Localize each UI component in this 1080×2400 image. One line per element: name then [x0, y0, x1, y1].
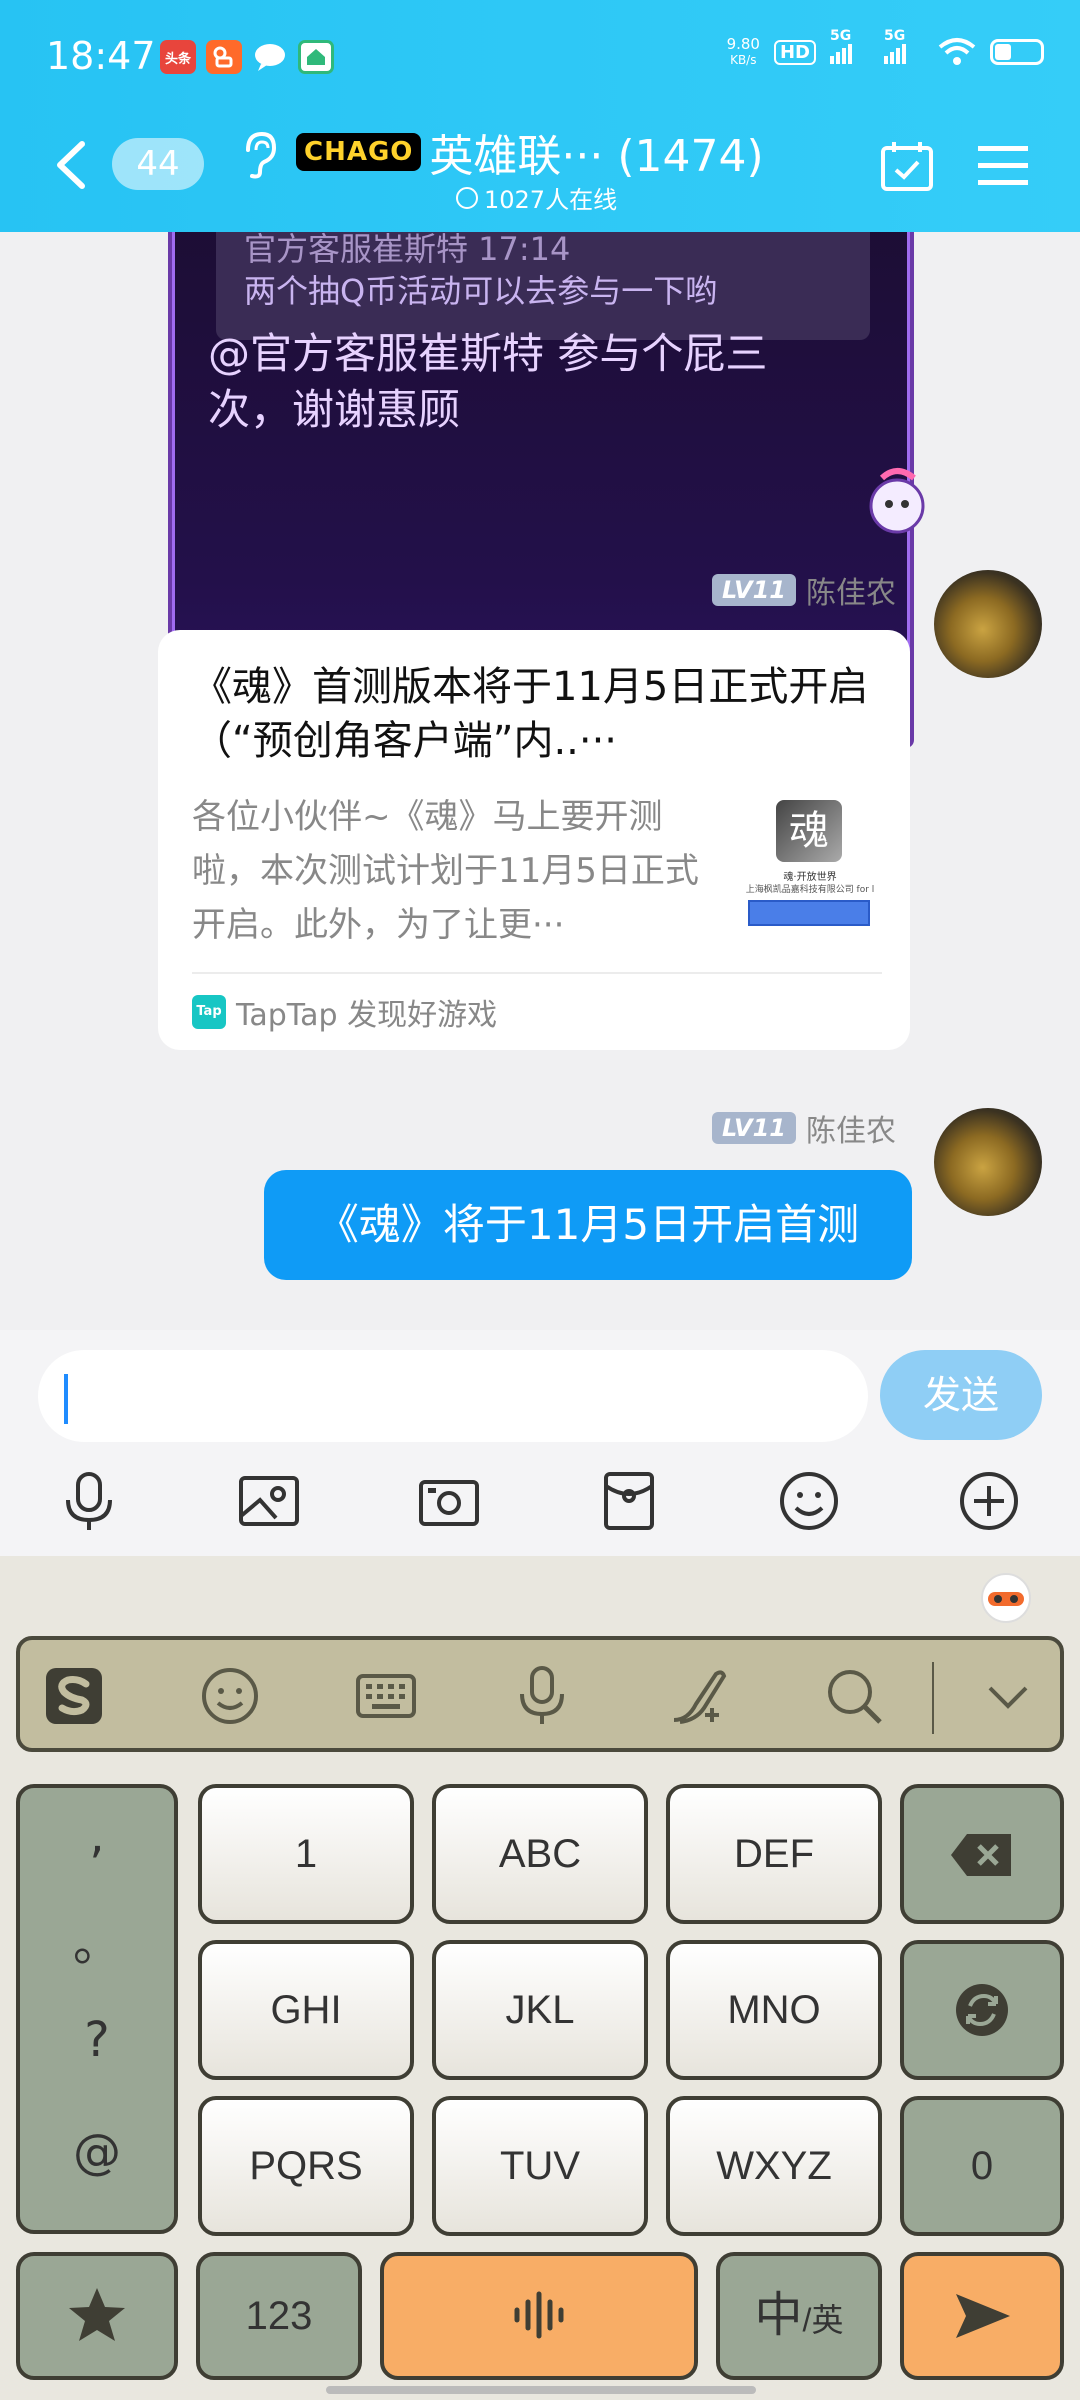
- keyboard-icon[interactable]: [354, 1664, 418, 1728]
- emoji-icon[interactable]: [198, 1664, 262, 1728]
- composer: 发送: [0, 1330, 1080, 1556]
- avatar[interactable]: [934, 570, 1042, 678]
- taptap-icon: Tap: [192, 995, 226, 1029]
- quoted-message[interactable]: 官方客服崔斯特 17:14 两个抽Q币活动可以去参与一下哟: [216, 232, 870, 340]
- menu-icon[interactable]: [978, 144, 1028, 188]
- sender-info: LV11 陈佳农: [712, 568, 896, 612]
- system-status: 9.80 KB/s HD 5G 5G: [726, 28, 1044, 68]
- status-bar: 18:47 头条 9.80 KB/s HD 5G 5G: [0, 0, 1080, 120]
- red-packet-icon[interactable]: [596, 1468, 662, 1534]
- sogou-keyboard: , 。 ? @ 1 ABC DEF GHI JKL MNO PQRS TUV W…: [0, 1556, 1080, 2400]
- sender-info: LV11 陈佳农: [712, 1106, 896, 1150]
- star-icon: [69, 2288, 125, 2341]
- home-indicator[interactable]: [326, 2386, 756, 2394]
- game-logo: CHAGO: [296, 133, 422, 171]
- camera-icon[interactable]: [416, 1468, 482, 1534]
- card-description: 各位小伙伴~《魂》马上要开测啦，本次测试计划于11月5日正式开启。此外，为了让更…: [192, 797, 699, 945]
- text-message-bubble[interactable]: 《魂》将于11月5日开启首测: [264, 1170, 912, 1280]
- plus-icon[interactable]: [956, 1468, 1022, 1534]
- backspace-key[interactable]: [900, 1784, 1064, 1924]
- signal-icon-2: 5G: [884, 28, 924, 64]
- composer-toolbar: [0, 1468, 1080, 1548]
- numeric-key[interactable]: 123: [196, 2252, 362, 2380]
- message-list[interactable]: 官方客服崔斯特 17:14 两个抽Q币活动可以去参与一下哟 @官方客服崔斯特 参…: [0, 232, 1080, 1330]
- signal-icon: 5G: [830, 28, 870, 64]
- sender-name[interactable]: 陈佳农: [806, 1106, 896, 1150]
- key-pqrs[interactable]: PQRS: [198, 2096, 414, 2236]
- search-icon[interactable]: [822, 1664, 886, 1728]
- calendar-check-icon[interactable]: [880, 140, 934, 192]
- divider: [192, 972, 882, 974]
- battery-icon: [990, 39, 1044, 65]
- keyboard-mascot-icon[interactable]: [976, 1566, 1036, 1626]
- kuaishou-icon: [206, 40, 242, 74]
- refresh-icon: [956, 1984, 1008, 2036]
- network-speed: 9.80 KB/s: [726, 35, 760, 67]
- keyboard-toolbar: [16, 1636, 1064, 1752]
- key-wxyz[interactable]: WXYZ: [666, 2096, 882, 2236]
- key-1[interactable]: 1: [198, 1784, 414, 1924]
- handwriting-icon[interactable]: [666, 1664, 730, 1728]
- language-toggle-key[interactable]: 中/英: [716, 2252, 882, 2380]
- link-share-card[interactable]: 《魂》首测版本将于11月5日正式开启（“预创角客户端”内..··· 各位小伙伴~…: [158, 630, 910, 1050]
- image-icon[interactable]: [236, 1468, 302, 1534]
- key-tuv[interactable]: TUV: [432, 2096, 648, 2236]
- wifi-icon: [938, 38, 976, 65]
- game-logo-image: 魂: [776, 800, 842, 862]
- microphone-icon[interactable]: [56, 1468, 122, 1534]
- toolbar-divider: [932, 1662, 934, 1734]
- voice-wave-icon: [514, 2291, 564, 2339]
- message-icon: [252, 40, 288, 74]
- navigation-bar: 44 CHAGO 英雄联··· (1474) 1027人在线: [0, 120, 1080, 232]
- toutiao-icon: 头条: [160, 40, 196, 74]
- key-jkl[interactable]: JKL: [432, 1940, 648, 2080]
- voice-input-icon[interactable]: [510, 1664, 574, 1728]
- ear-icon[interactable]: [240, 130, 278, 180]
- send-button[interactable]: 发送: [880, 1350, 1042, 1440]
- clock: 18:47: [46, 34, 156, 78]
- chevron-down-icon[interactable]: [976, 1664, 1040, 1728]
- key-ghi[interactable]: GHI: [198, 1940, 414, 2080]
- online-count: 1027人在线: [456, 180, 617, 215]
- hd-badge: HD: [773, 39, 816, 65]
- chat-header: 18:47 头条 9.80 KB/s HD 5G 5G 44 CHAGO 英雄联…: [0, 0, 1080, 232]
- key-mno[interactable]: MNO: [666, 1940, 882, 2080]
- key-abc[interactable]: ABC: [432, 1784, 648, 1924]
- punctuation-key[interactable]: , 。 ? @: [16, 1784, 178, 2234]
- message-input[interactable]: [38, 1350, 868, 1442]
- card-thumbnail: 魂 魂·开放世界 上海枫凯品嘉科技有限公司 for l: [736, 794, 884, 930]
- bubble-mascot-icon: [869, 468, 925, 534]
- back-arrow-icon[interactable]: [52, 140, 92, 190]
- notification-icons: 头条: [160, 40, 334, 74]
- group-name: 英雄联··· (1474): [429, 131, 764, 182]
- unread-count-badge[interactable]: 44: [112, 138, 204, 190]
- card-title: 《魂》首测版本将于11月5日正式开启（“预创角客户端”内..···: [192, 664, 869, 764]
- backspace-icon: [951, 1834, 1011, 1876]
- send-arrow-icon: [956, 2294, 1010, 2338]
- key-def[interactable]: DEF: [666, 1784, 882, 1924]
- card-source: Tap TapTap 发现好游戏: [192, 990, 497, 1034]
- send-key[interactable]: [900, 2252, 1064, 2380]
- level-badge: LV11: [712, 574, 796, 606]
- space-key[interactable]: [380, 2252, 698, 2380]
- reply-text: @官方客服崔斯特 参与个屁三次，谢谢惠顾: [208, 329, 768, 434]
- avatar[interactable]: [934, 1108, 1042, 1216]
- online-icon: [456, 186, 478, 209]
- home-app-icon: [298, 40, 334, 74]
- sogou-logo-icon[interactable]: [42, 1664, 106, 1728]
- favorites-key[interactable]: [16, 2252, 178, 2380]
- text-caret: [64, 1374, 68, 1424]
- group-title[interactable]: CHAGO 英雄联··· (1474): [296, 120, 764, 184]
- key-0[interactable]: 0: [900, 2096, 1064, 2236]
- sender-name[interactable]: 陈佳农: [806, 568, 896, 612]
- emoji-icon[interactable]: [776, 1468, 842, 1534]
- reenter-key[interactable]: [900, 1940, 1064, 2080]
- thumbnail-button: [748, 900, 870, 926]
- level-badge: LV11: [712, 1112, 796, 1144]
